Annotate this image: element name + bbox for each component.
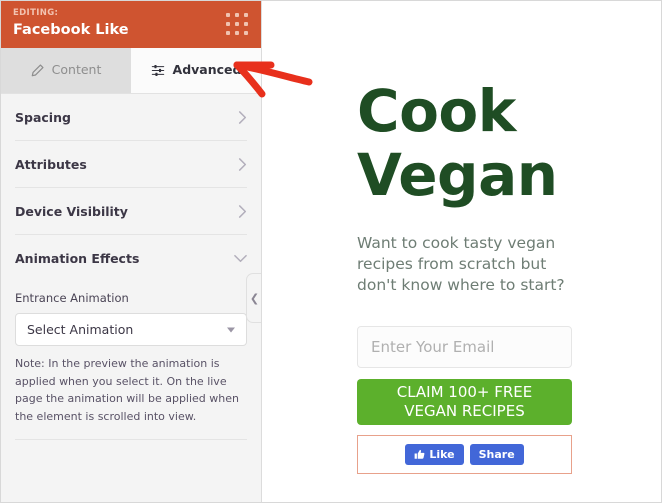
facebook-share-button[interactable]: Share	[469, 444, 524, 465]
animation-effects-panel: Entrance Animation Select Animation Note…	[1, 281, 261, 425]
cta-line-1: CLAIM 100+ FREE	[396, 383, 533, 401]
facebook-like-label: Like	[429, 448, 455, 461]
section-device-visibility[interactable]: Device Visibility	[15, 188, 247, 235]
email-field[interactable]: Enter Your Email	[357, 326, 572, 368]
accordion-list: Spacing Attributes Device Visibility Ani…	[1, 94, 261, 281]
panel-header: EDITING: Facebook Like	[1, 1, 261, 48]
claim-recipes-button[interactable]: CLAIM 100+ FREE VEGAN RECIPES	[357, 379, 572, 425]
editing-title: Facebook Like	[13, 22, 129, 38]
settings-tabs: Content Advanced	[1, 48, 261, 94]
entrance-animation-label: Entrance Animation	[15, 291, 129, 305]
preview-content: Cook Vegan Want to cook tasty vegan reci…	[262, 1, 661, 474]
section-device-visibility-label: Device Visibility	[15, 203, 128, 219]
caret-down-icon	[227, 327, 235, 332]
chevron-right-icon	[238, 157, 247, 171]
facebook-share-label: Share	[478, 448, 515, 461]
page-preview: Cook Vegan Want to cook tasty vegan reci…	[262, 1, 661, 502]
animation-note: Note: In the preview the animation is ap…	[15, 357, 239, 423]
tab-advanced[interactable]: Advanced	[131, 48, 261, 93]
section-spacing-label: Spacing	[15, 109, 71, 125]
sidebar-collapse-toggle[interactable]: ❮	[246, 273, 261, 323]
entrance-animation-value: Select Animation	[27, 322, 134, 337]
editing-label: EDITING:	[13, 8, 59, 18]
section-spacing[interactable]: Spacing	[15, 94, 247, 141]
section-animation-effects[interactable]: Animation Effects	[15, 235, 247, 281]
facebook-like-button[interactable]: Like	[405, 444, 464, 465]
tab-advanced-label: Advanced	[172, 62, 242, 78]
page-builder-screen: EDITING: Facebook Like Content Advanced …	[0, 0, 662, 503]
section-attributes-label: Attributes	[15, 156, 87, 172]
tab-content-label: Content	[51, 62, 102, 78]
panel-divider	[15, 439, 247, 440]
grid-dots-icon[interactable]	[225, 12, 249, 36]
facebook-like-widget[interactable]: Like Share	[357, 435, 572, 474]
section-attributes[interactable]: Attributes	[15, 141, 247, 188]
chevron-down-icon	[234, 254, 247, 263]
page-subtitle: Want to cook tasty vegan recipes from sc…	[357, 234, 565, 294]
thumbs-up-icon	[414, 449, 425, 460]
page-title: Cook Vegan	[357, 77, 558, 209]
email-field-placeholder: Enter Your Email	[371, 338, 495, 356]
entrance-animation-select[interactable]: Select Animation	[15, 313, 247, 346]
sliders-icon	[151, 64, 165, 77]
tab-content[interactable]: Content	[1, 48, 131, 93]
pencil-icon	[31, 64, 44, 77]
chevron-right-icon	[238, 204, 247, 218]
chevron-right-icon	[238, 110, 247, 124]
settings-sidebar: EDITING: Facebook Like Content Advanced …	[1, 1, 262, 502]
cta-line-2: VEGAN RECIPES	[404, 402, 525, 420]
chevron-left-icon: ❮	[249, 291, 260, 305]
section-animation-effects-label: Animation Effects	[15, 250, 140, 266]
